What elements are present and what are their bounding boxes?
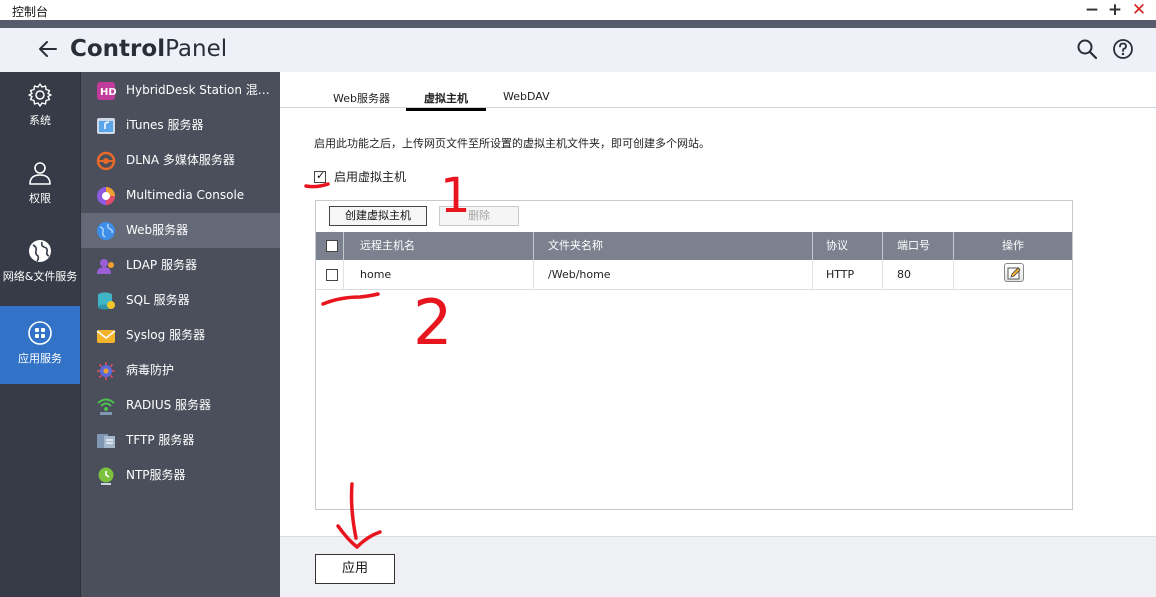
nav-label: TFTP 服务器 bbox=[126, 433, 195, 447]
tab-bar: Web服务器 虚拟主机 WebDAV bbox=[280, 88, 1156, 111]
bottom-action-bar: 应用 bbox=[280, 536, 1156, 597]
nav-ntp-server[interactable]: NTP服务器 bbox=[81, 458, 281, 493]
app-services-list: HD HybridDesk Station 混合桌面 iTunes 服务器 DL… bbox=[80, 72, 281, 597]
nav-label: NTP服务器 bbox=[126, 468, 186, 482]
category-permissions-label: 权限 bbox=[29, 192, 51, 205]
app-header: ControlPanel bbox=[0, 28, 1156, 72]
tab-virtual-host[interactable]: 虚拟主机 bbox=[406, 90, 486, 111]
col-header-folder[interactable]: 文件夹名称 bbox=[534, 232, 813, 260]
category-app-services-label: 应用服务 bbox=[18, 352, 62, 365]
user-icon bbox=[29, 162, 51, 185]
svg-text:HD: HD bbox=[100, 87, 116, 98]
nav-itunes-server[interactable]: iTunes 服务器 bbox=[81, 108, 281, 143]
nav-web-server[interactable]: Web服务器 bbox=[81, 213, 281, 248]
syslog-icon bbox=[96, 330, 116, 343]
nav-label: 病毒防护 bbox=[126, 363, 175, 377]
row-action-cell bbox=[954, 260, 1072, 290]
virtual-host-panel: 创建虚拟主机 删除 远程主机名 文件夹名称 协议 端口号 操作 home /We… bbox=[315, 200, 1073, 510]
category-system[interactable]: 系统 bbox=[0, 82, 80, 142]
web-globe-icon bbox=[97, 222, 115, 240]
brand-bold: Control bbox=[70, 36, 166, 62]
nav-label: LDAP 服务器 bbox=[126, 258, 197, 272]
brand-rest: Panel bbox=[165, 36, 228, 62]
ldap-icon bbox=[97, 259, 114, 274]
nav-syslog-server[interactable]: Syslog 服务器 bbox=[81, 318, 281, 353]
enable-virtual-host-label: 启用虚拟主机 bbox=[334, 170, 407, 184]
apps-grid-icon bbox=[28, 321, 52, 345]
content-area: Web服务器 虚拟主机 WebDAV 启用此功能之后，上传网页文件至所设置的虚拟… bbox=[280, 72, 1156, 597]
category-network-file-label: 网络&文件服务 bbox=[2, 270, 78, 283]
tab-webdav[interactable]: WebDAV bbox=[503, 90, 550, 103]
multimedia-icon bbox=[97, 187, 115, 205]
dlna-icon bbox=[96, 151, 116, 171]
select-all-cell bbox=[316, 232, 344, 260]
window-title: 控制台 bbox=[12, 5, 49, 19]
itunes-icon bbox=[97, 118, 115, 134]
nav-label: DLNA 多媒体服务器 bbox=[126, 153, 235, 167]
row-port: 80 bbox=[883, 260, 954, 290]
table-header: 远程主机名 文件夹名称 协议 端口号 操作 bbox=[316, 232, 1072, 260]
maximize-button[interactable]: + bbox=[1104, 0, 1126, 20]
tab-web-server[interactable]: Web服务器 bbox=[333, 90, 390, 106]
col-header-protocol[interactable]: 协议 bbox=[813, 232, 883, 260]
nav-radius-server[interactable]: RADIUS 服务器 bbox=[81, 388, 281, 423]
category-app-services[interactable]: 应用服务 bbox=[0, 306, 80, 384]
row-checkbox[interactable] bbox=[326, 269, 338, 281]
nav-label: HybridDesk Station 混合桌面 bbox=[126, 83, 281, 97]
search-icon[interactable] bbox=[1076, 38, 1098, 60]
row-host: home bbox=[344, 260, 534, 290]
row-folder: /Web/home bbox=[534, 260, 813, 290]
nav-label: Multimedia Console bbox=[126, 188, 245, 202]
nav-ldap-server[interactable]: LDAP 服务器 bbox=[81, 248, 281, 283]
nav-label: RADIUS 服务器 bbox=[126, 398, 212, 412]
col-header-action: 操作 bbox=[1002, 239, 1024, 252]
edit-button[interactable] bbox=[1004, 263, 1024, 282]
back-arrow-icon[interactable] bbox=[36, 37, 60, 61]
sql-icon bbox=[98, 292, 115, 310]
close-button[interactable]: ✕ bbox=[1128, 0, 1150, 20]
antivirus-icon bbox=[97, 362, 115, 380]
help-icon[interactable] bbox=[1112, 38, 1134, 60]
nav-label: Syslog 服务器 bbox=[126, 328, 206, 342]
minimize-button[interactable]: − bbox=[1081, 0, 1103, 20]
nav-dlna-server[interactable]: DLNA 多媒体服务器 bbox=[81, 143, 281, 178]
delete-button[interactable]: 删除 bbox=[439, 206, 519, 226]
window-titlebar: 控制台 − + ✕ bbox=[0, 0, 1156, 20]
table-row[interactable]: home /Web/home HTTP 80 bbox=[316, 260, 1072, 290]
nav-hybriddesk-station[interactable]: HD HybridDesk Station 混合桌面 bbox=[81, 73, 281, 108]
main-category-sidebar: 系统 权限 网络&文件服务 应用服务 bbox=[0, 72, 80, 597]
category-system-label: 系统 bbox=[29, 114, 51, 127]
create-virtual-host-button[interactable]: 创建虚拟主机 bbox=[329, 206, 427, 226]
radius-icon bbox=[97, 398, 115, 415]
category-permissions[interactable]: 权限 bbox=[0, 160, 80, 220]
nav-sql-server[interactable]: SQL 服务器 bbox=[81, 283, 281, 318]
gear-icon bbox=[28, 83, 52, 107]
nav-label: iTunes 服务器 bbox=[126, 118, 204, 132]
nav-label: SQL 服务器 bbox=[126, 293, 190, 307]
nav-label: Web服务器 bbox=[126, 223, 189, 237]
ntp-icon bbox=[98, 467, 114, 485]
apply-button[interactable]: 应用 bbox=[315, 554, 395, 584]
nav-multimedia-console[interactable]: Multimedia Console bbox=[81, 178, 281, 213]
row-protocol: HTTP bbox=[813, 260, 883, 290]
nav-antivirus[interactable]: 病毒防护 bbox=[81, 353, 281, 388]
hd-station-icon: HD bbox=[97, 82, 116, 100]
app-brand: ControlPanel bbox=[70, 36, 227, 62]
select-all-checkbox[interactable] bbox=[326, 240, 338, 252]
category-network-file[interactable]: 网络&文件服务 bbox=[0, 238, 80, 304]
enable-virtual-host-option[interactable]: 启用虚拟主机 bbox=[314, 168, 406, 185]
edit-pencil-icon bbox=[1007, 267, 1021, 280]
col-header-host[interactable]: 远程主机名 bbox=[344, 232, 534, 260]
enable-virtual-host-checkbox[interactable] bbox=[314, 169, 326, 183]
feature-description: 启用此功能之后，上传网页文件至所设置的虚拟主机文件夹，即可创建多个网站。 bbox=[314, 137, 710, 150]
nav-tftp-server[interactable]: TFTP 服务器 bbox=[81, 423, 281, 458]
col-header-port[interactable]: 端口号 bbox=[883, 232, 954, 260]
window-separator bbox=[0, 20, 1156, 28]
globe-icon bbox=[29, 240, 51, 262]
tftp-icon bbox=[97, 434, 115, 448]
row-select-cell bbox=[316, 260, 344, 290]
